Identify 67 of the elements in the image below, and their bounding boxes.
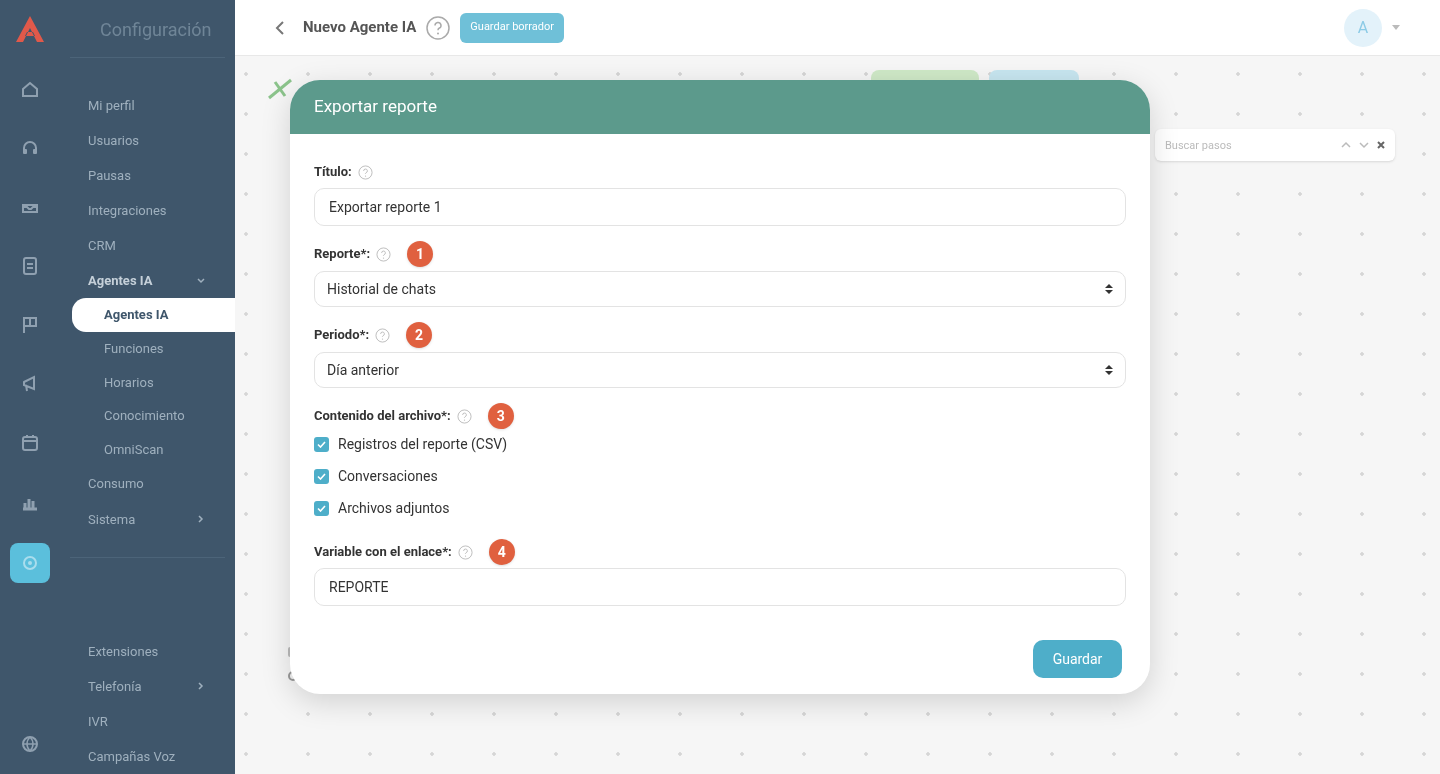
checkbox[interactable]: [314, 468, 329, 484]
sort-arrows-icon: [1105, 283, 1113, 295]
close-icon[interactable]: [1377, 141, 1385, 149]
step-badge: 2: [406, 322, 433, 348]
submenu-item[interactable]: Agentes IA: [72, 298, 235, 333]
submenu-item[interactable]: OmniScan: [72, 433, 235, 467]
menu-item[interactable]: Pausas: [60, 158, 235, 194]
chevron-icon: [197, 276, 205, 285]
menu-item[interactable]: Mi perfil: [60, 88, 235, 124]
calendar-icon[interactable]: [20, 433, 40, 453]
submenu-item[interactable]: Conocimiento: [72, 399, 235, 433]
dialog-title: Exportar reporte: [314, 95, 437, 119]
text-field[interactable]: REPORTE: [314, 568, 1126, 606]
menu-item[interactable]: Agentes IA: [60, 263, 235, 299]
home-icon[interactable]: [20, 79, 40, 99]
search-field[interactable]: Buscar pasos: [1155, 129, 1395, 161]
help-icon[interactable]: [357, 164, 373, 180]
field-label: Reporte*:: [314, 245, 371, 264]
field-label: Título:: [314, 163, 352, 182]
globe-icon[interactable]: [20, 734, 40, 754]
select-field[interactable]: Día anterior: [314, 352, 1126, 388]
menu-item[interactable]: Consumo: [60, 466, 235, 502]
select-field[interactable]: Historial de chats: [314, 271, 1126, 307]
help-icon[interactable]: [426, 15, 451, 40]
logo-icon: [14, 14, 46, 44]
help-icon[interactable]: [456, 408, 472, 424]
help-icon[interactable]: [457, 544, 473, 560]
menu-item[interactable]: Campañas Voz: [60, 738, 235, 774]
checkbox-label: Archivos adjuntos: [338, 498, 450, 518]
back-icon[interactable]: [275, 20, 285, 35]
menu-item[interactable]: Usuarios: [60, 123, 235, 159]
step-badge: 4: [488, 539, 515, 565]
nav-button[interactable]: [10, 543, 50, 583]
chevron-icon: [197, 515, 205, 524]
up-icon[interactable]: [1341, 141, 1351, 149]
checkbox[interactable]: [314, 436, 329, 452]
step-badge: 3: [487, 403, 514, 429]
sort-arrows-icon: [1105, 364, 1113, 376]
menu-item[interactable]: Extensiones: [60, 633, 235, 669]
chevron-icon: [197, 682, 205, 691]
submenu-item[interactable]: Horarios: [72, 365, 235, 400]
check-icon: [317, 440, 326, 448]
page-title: Nuevo Agente IA: [303, 17, 417, 39]
check-icon: [317, 472, 326, 480]
menu-item[interactable]: CRM: [60, 228, 235, 264]
help-icon[interactable]: [376, 246, 392, 262]
submenu-item[interactable]: Funciones: [72, 332, 235, 366]
menu-item[interactable]: Telefonía: [60, 668, 235, 704]
menu-item[interactable]: Integraciones: [60, 193, 235, 229]
help-icon[interactable]: [375, 327, 391, 343]
checkbox-label: Conversaciones: [338, 466, 438, 486]
field-label: Contenido del archivo*:: [314, 407, 451, 426]
checkbox-label: Registros del reporte (CSV): [338, 434, 508, 454]
menu-item[interactable]: IVR: [60, 703, 235, 739]
save-draft-button[interactable]: Guardar borrador: [460, 12, 564, 43]
flag-icon[interactable]: [20, 315, 40, 335]
menu-item[interactable]: Sistema: [60, 501, 235, 537]
save-button[interactable]: Guardar: [1033, 640, 1122, 678]
field-label: Periodo*:: [314, 326, 370, 345]
checkbox[interactable]: [314, 500, 329, 516]
document-icon[interactable]: [20, 256, 40, 276]
field-label: Variable con el enlace*:: [314, 543, 452, 562]
check-icon: [317, 504, 326, 512]
step-badge: 1: [407, 241, 434, 267]
down-icon[interactable]: [1359, 141, 1369, 149]
text-field[interactable]: Exportar reporte 1: [314, 188, 1126, 226]
caret-icon[interactable]: [1392, 24, 1400, 31]
